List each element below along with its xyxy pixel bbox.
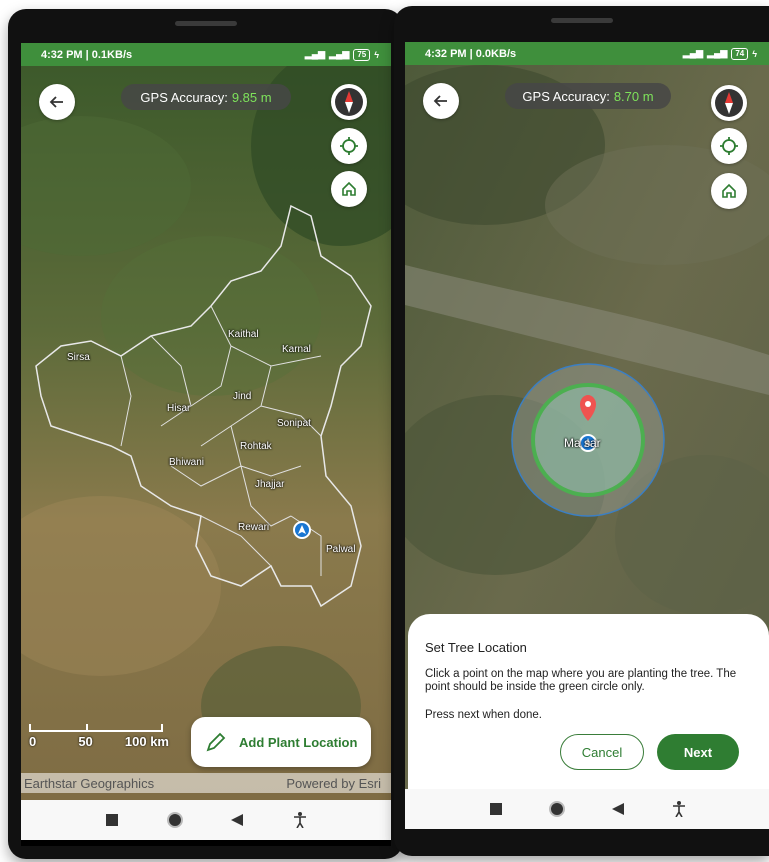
scale-label-0: 0 <box>29 734 37 749</box>
district-label-hisar: Hisar <box>167 403 191 414</box>
charging-icon: ϟ <box>752 48 757 59</box>
home-button[interactable] <box>331 171 367 207</box>
accessibility-icon <box>293 812 306 828</box>
crosshair-icon <box>340 137 358 155</box>
satellite-map[interactable]: Sirsa Kaithal Karnal Jind Hisar Sonipat … <box>21 66 391 823</box>
nav-accessibility-button[interactable] <box>288 808 312 832</box>
right-screen: 4:32 PM | 0.0KB/s ▂▄▆ ▂▄▆ 74 ϟ Ma sar GP… <box>405 42 769 829</box>
compass-icon <box>335 88 363 116</box>
left-phone: 4:32 PM | 0.1KB/s ▂▄▆ ▂▄▆ 75 ϟ Sirsa Kai… <box>8 9 403 859</box>
nav-recents-button[interactable] <box>484 797 508 821</box>
map-attribution: Earthstar Geographics Powered by Esri <box>21 773 391 793</box>
district-label-palwal: Palwal <box>326 544 356 555</box>
back-button[interactable] <box>423 83 459 119</box>
gps-accuracy-value: 9.85 m <box>231 89 272 105</box>
compass-icon <box>715 89 743 117</box>
battery-icon: 74 <box>731 47 749 60</box>
signal-icon-2: ▂▄▆ <box>329 49 350 59</box>
accessibility-icon <box>672 801 685 817</box>
status-time: 4:32 PM | 0.0KB/s <box>425 47 517 60</box>
triangle-left-icon <box>231 814 244 826</box>
next-button[interactable]: Next <box>657 734 739 770</box>
compass-button[interactable] <box>331 84 367 120</box>
district-label-jind: Jind <box>233 391 252 402</box>
home-button[interactable] <box>711 173 747 209</box>
add-plant-location-label: Add Plant Location <box>239 734 358 750</box>
charging-icon: ϟ <box>374 49 379 60</box>
circle-icon <box>166 812 183 828</box>
district-label-bhiwani: Bhiwani <box>169 457 205 468</box>
district-label-kaithal: Kaithal <box>228 329 259 340</box>
district-label-rewari: Rewari <box>238 522 270 533</box>
arrow-left-icon <box>49 96 63 108</box>
signal-icon-2: ▂▄▆ <box>707 48 728 58</box>
home-icon <box>342 181 356 196</box>
add-plant-location-button[interactable]: Add Plant Location <box>191 717 371 767</box>
gps-accuracy-pill: GPS Accuracy: 9.85 m <box>121 84 291 110</box>
android-nav-bar <box>405 789 769 829</box>
district-label-karnal: Karnal <box>282 344 311 355</box>
sheet-description: Click a point on the map where you are p… <box>425 668 737 693</box>
battery-icon: 75 <box>353 48 371 61</box>
sheet-title: Set Tree Location <box>425 640 527 655</box>
left-screen: 4:32 PM | 0.1KB/s ▂▄▆ ▂▄▆ 75 ϟ Sirsa Kai… <box>21 43 391 846</box>
my-location-button[interactable] <box>711 128 747 164</box>
phone-speaker <box>174 21 237 26</box>
place-label: Ma sar <box>564 436 601 450</box>
attribution-esri: Powered by Esri <box>286 775 381 791</box>
compass-button[interactable] <box>711 85 747 121</box>
district-label-sirsa: Sirsa <box>67 352 90 363</box>
status-time: 4:32 PM | 0.1KB/s <box>41 48 133 61</box>
right-phone: 4:32 PM | 0.0KB/s ▂▄▆ ▂▄▆ 74 ϟ Ma sar GP… <box>394 6 769 856</box>
gps-accuracy-value: 8.70 m <box>613 88 654 104</box>
map-scale-bar: 0 50 100 km <box>29 724 169 749</box>
scale-label-100: 100 km <box>124 734 169 749</box>
status-bar: 4:32 PM | 0.1KB/s ▂▄▆ ▂▄▆ 75 ϟ <box>21 43 391 66</box>
nav-accessibility-button[interactable] <box>667 797 691 821</box>
cancel-button[interactable]: Cancel <box>560 734 644 770</box>
nav-home-button[interactable] <box>545 797 569 821</box>
sheet-hint: Press next when done. <box>425 709 542 721</box>
nav-back-button[interactable] <box>225 808 249 832</box>
signal-icon: ▂▄▆ <box>682 48 704 58</box>
gps-accuracy-label: GPS Accuracy: <box>140 89 228 105</box>
home-icon <box>722 183 736 198</box>
back-button[interactable] <box>39 84 75 120</box>
attribution-earthstar: Earthstar Geographics <box>24 775 155 791</box>
crosshair-icon <box>720 137 738 155</box>
status-bar: 4:32 PM | 0.0KB/s ▂▄▆ ▂▄▆ 74 ϟ <box>405 42 769 65</box>
nav-recents-button[interactable] <box>100 808 124 832</box>
nav-back-button[interactable] <box>606 797 630 821</box>
district-label-sonipat: Sonipat <box>277 418 311 429</box>
square-icon <box>106 814 119 826</box>
gps-accuracy-label: GPS Accuracy: <box>522 88 610 104</box>
arrow-left-icon <box>433 95 447 107</box>
nav-home-button[interactable] <box>163 808 187 832</box>
my-location-button[interactable] <box>331 128 367 164</box>
status-icons: ▂▄▆ ▂▄▆ 75 ϟ <box>304 48 379 61</box>
phone-speaker-right <box>550 18 613 23</box>
triangle-left-icon <box>611 803 624 815</box>
set-tree-location-sheet: Set Tree Location Click a point on the m… <box>408 614 769 789</box>
scale-label-50: 50 <box>78 734 93 749</box>
pencil-icon <box>206 732 226 752</box>
gps-accuracy-pill: GPS Accuracy: 8.70 m <box>505 83 671 109</box>
android-nav-bar <box>21 800 391 840</box>
status-icons: ▂▄▆ ▂▄▆ 74 ϟ <box>682 47 757 60</box>
square-icon <box>489 803 502 815</box>
scale-bar-line <box>29 724 163 732</box>
district-label-rohtak: Rohtak <box>240 441 272 452</box>
signal-icon: ▂▄▆ <box>304 49 326 59</box>
circle-icon <box>548 801 565 817</box>
district-label-jhajjar: Jhajjar <box>255 479 285 490</box>
